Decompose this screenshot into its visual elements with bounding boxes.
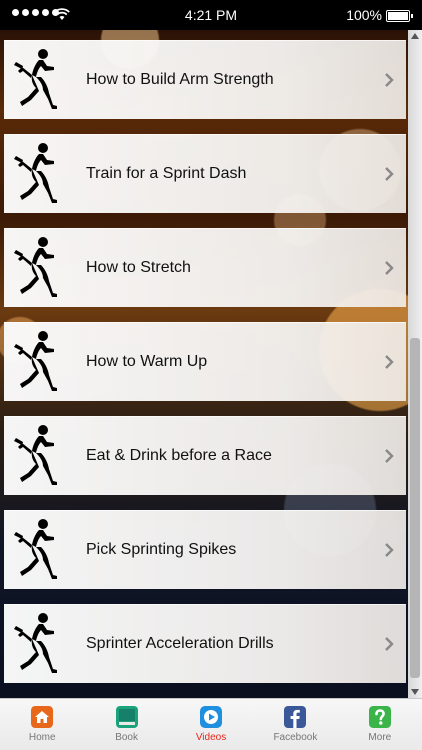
list-item[interactable]: Sprinter Acceleration Drills <box>4 604 406 683</box>
scrollbar[interactable] <box>408 30 422 698</box>
tab-facebook[interactable]: Facebook <box>253 699 337 750</box>
tab-videos[interactable]: Videos <box>169 699 253 750</box>
status-bar: 4:21 PM 100% <box>0 0 422 30</box>
bottom-tab-bar: Home Book Videos Facebook More <box>0 698 422 750</box>
tab-label: Home <box>28 732 56 743</box>
list-item-label: How to Stretch <box>86 259 191 276</box>
scroll-down-icon[interactable] <box>411 689 419 695</box>
list-item[interactable]: How to Warm Up <box>4 322 406 401</box>
question-icon <box>368 706 391 728</box>
list-item[interactable]: How to Stretch <box>4 228 406 307</box>
chevron-right-icon <box>385 167 394 181</box>
tab-label: Book <box>115 732 138 743</box>
list-item-label: How to Warm Up <box>86 353 208 370</box>
sprinter-silhouette-icon <box>14 331 57 391</box>
play-icon <box>200 706 223 728</box>
chevron-right-icon <box>385 637 394 651</box>
battery-percentage: 100% <box>346 7 382 23</box>
list-item-label: Eat & Drink before a Race <box>86 447 272 464</box>
sprinter-silhouette-icon <box>14 613 57 673</box>
book-icon <box>115 706 138 728</box>
chevron-right-icon <box>385 261 394 275</box>
list-item-label: Sprinter Acceleration Drills <box>86 635 274 652</box>
list-item[interactable]: Train for a Sprint Dash <box>4 134 406 213</box>
facebook-icon <box>284 706 307 728</box>
sprinter-silhouette-icon <box>14 143 57 203</box>
tab-label: Videos <box>195 732 227 743</box>
chevron-right-icon <box>385 543 394 557</box>
sprinter-silhouette-icon <box>14 237 57 297</box>
tab-more[interactable]: More <box>338 699 422 750</box>
tab-label: Facebook <box>273 732 318 743</box>
list-item[interactable]: How to Build Arm Strength <box>4 40 406 119</box>
app-screen: 4:21 PM 100% How to Build Arm Strength T… <box>0 0 422 750</box>
tab-home[interactable]: Home <box>0 699 84 750</box>
sprinter-silhouette-icon <box>14 519 57 579</box>
chevron-right-icon <box>385 73 394 87</box>
sprinter-silhouette-icon <box>14 49 57 109</box>
list-item[interactable]: Pick Sprinting Spikes <box>4 510 406 589</box>
sprinter-silhouette-icon <box>14 425 57 485</box>
list-item-label: How to Build Arm Strength <box>86 71 274 88</box>
chevron-right-icon <box>385 449 394 463</box>
article-list[interactable]: How to Build Arm Strength Train for a Sp… <box>0 30 422 698</box>
tab-label: More <box>368 732 392 743</box>
home-icon <box>31 706 54 728</box>
list-item-label: Pick Sprinting Spikes <box>86 541 237 558</box>
list-item[interactable]: Eat & Drink before a Race <box>4 416 406 495</box>
battery-icon <box>386 10 413 22</box>
chevron-right-icon <box>385 355 394 369</box>
tab-book[interactable]: Book <box>84 699 168 750</box>
scroll-up-icon[interactable] <box>411 33 419 39</box>
scrollbar-thumb[interactable] <box>410 338 420 678</box>
list-item-label: Train for a Sprint Dash <box>86 165 247 182</box>
